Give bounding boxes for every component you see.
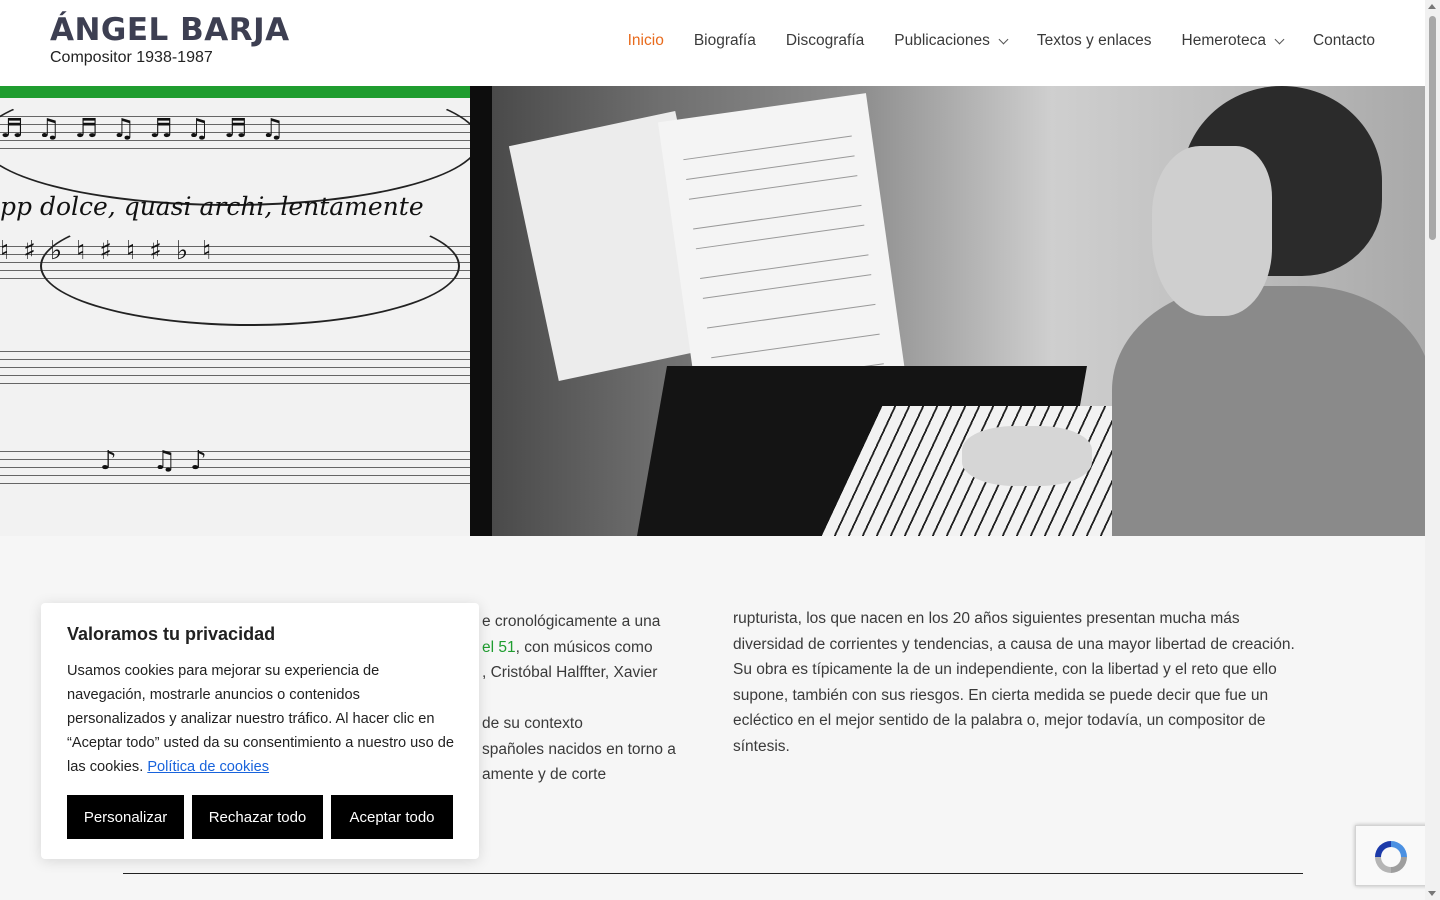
nav-item-label: Textos y enlaces (1036, 32, 1152, 49)
page-scrollbar[interactable] (1425, 0, 1440, 900)
site-header: ÁNGEL BARJA Compositor 1938-1987 Inicio … (0, 0, 1425, 86)
nav-item-label: Hemeroteca (1181, 32, 1266, 49)
nav-item-label: Biografía (693, 32, 756, 49)
text-line: , Cristóbal Halffter, Xavier (482, 664, 658, 681)
staff-lines (0, 351, 470, 391)
score-notes: ♪ ♫♪ (100, 446, 221, 476)
paragraph: rupturista, los que nacen en los 20 años… (733, 610, 1295, 653)
nav-item-label: Inicio (627, 32, 664, 49)
generacion-51-link[interactable]: el 51 (482, 639, 516, 656)
score-slur (0, 86, 470, 206)
text-line (482, 686, 722, 712)
nav-item-textos-y-enlaces[interactable]: Textos y enlaces (1037, 32, 1152, 50)
score-slur (40, 206, 460, 326)
intro-text-right: rupturista, los que nacen en los 20 años… (733, 606, 1308, 759)
text-line: de su contexto (482, 715, 583, 732)
image-divider (470, 86, 492, 536)
scroll-up-icon[interactable] (1428, 4, 1436, 9)
chevron-down-icon (1274, 34, 1285, 44)
composer-at-piano-photo (492, 86, 1425, 536)
staff-lines (0, 451, 470, 491)
nav-item-label: Publicaciones (894, 32, 990, 49)
nav-item-discografia[interactable]: Discografía (786, 32, 864, 50)
text-line: spañoles nacidos en torno a (482, 740, 676, 758)
scrollbar-thumb[interactable] (1429, 16, 1436, 240)
text-line: el 51, con músicos como (482, 638, 653, 656)
nav-item-inicio[interactable]: Inicio (628, 32, 664, 50)
nav-item-label: Discografía (785, 32, 865, 49)
nav-item-biografia[interactable]: Biografía (694, 32, 756, 50)
chevron-down-icon (998, 34, 1009, 44)
cookie-title: Valoramos tu privacidad (67, 624, 276, 644)
customize-button[interactable]: Personalizar (67, 795, 184, 839)
main-nav: Inicio Biografía Discografía Publicacion… (598, 32, 1375, 50)
nav-item-publicaciones[interactable]: Publicaciones (894, 32, 1009, 50)
hero-banner: ♬♫♬♫♬♫♬♫ pp dolce, quasi archi, lentamen… (0, 86, 1425, 536)
text-line: e cronológicamente a una (482, 613, 661, 630)
scroll-down-icon[interactable] (1428, 891, 1436, 896)
music-score-image: ♬♫♬♫♬♫♬♫ pp dolce, quasi archi, lentamen… (0, 86, 470, 536)
text-line: amente y de corte (482, 766, 607, 783)
site-title[interactable]: ÁNGEL BARJA (50, 12, 290, 48)
nav-item-hemeroteca[interactable]: Hemeroteca (1181, 32, 1285, 50)
intro-text-left: e cronológicamente a una el 51, con músi… (482, 609, 722, 788)
accept-all-button[interactable]: Aceptar todo (331, 795, 453, 839)
paragraph: Su obra es típicamente la de un independ… (733, 661, 1277, 755)
cookie-policy-link[interactable]: Política de cookies (147, 759, 269, 775)
recaptcha-badge[interactable] (1355, 825, 1430, 886)
cookie-consent-banner: Valoramos tu privacidad Usamos cookies p… (41, 603, 479, 859)
recaptcha-icon (1375, 841, 1407, 873)
composer-figure (962, 86, 1425, 536)
reject-all-button[interactable]: Rechazar todo (192, 795, 323, 839)
nav-item-contacto[interactable]: Contacto (1313, 32, 1375, 50)
section-divider (123, 873, 1303, 874)
cookie-body: Usamos cookies para mejorar su experienc… (67, 659, 457, 779)
site-tagline: Compositor 1938-1987 (50, 49, 213, 66)
nav-item-label: Contacto (1312, 32, 1375, 49)
